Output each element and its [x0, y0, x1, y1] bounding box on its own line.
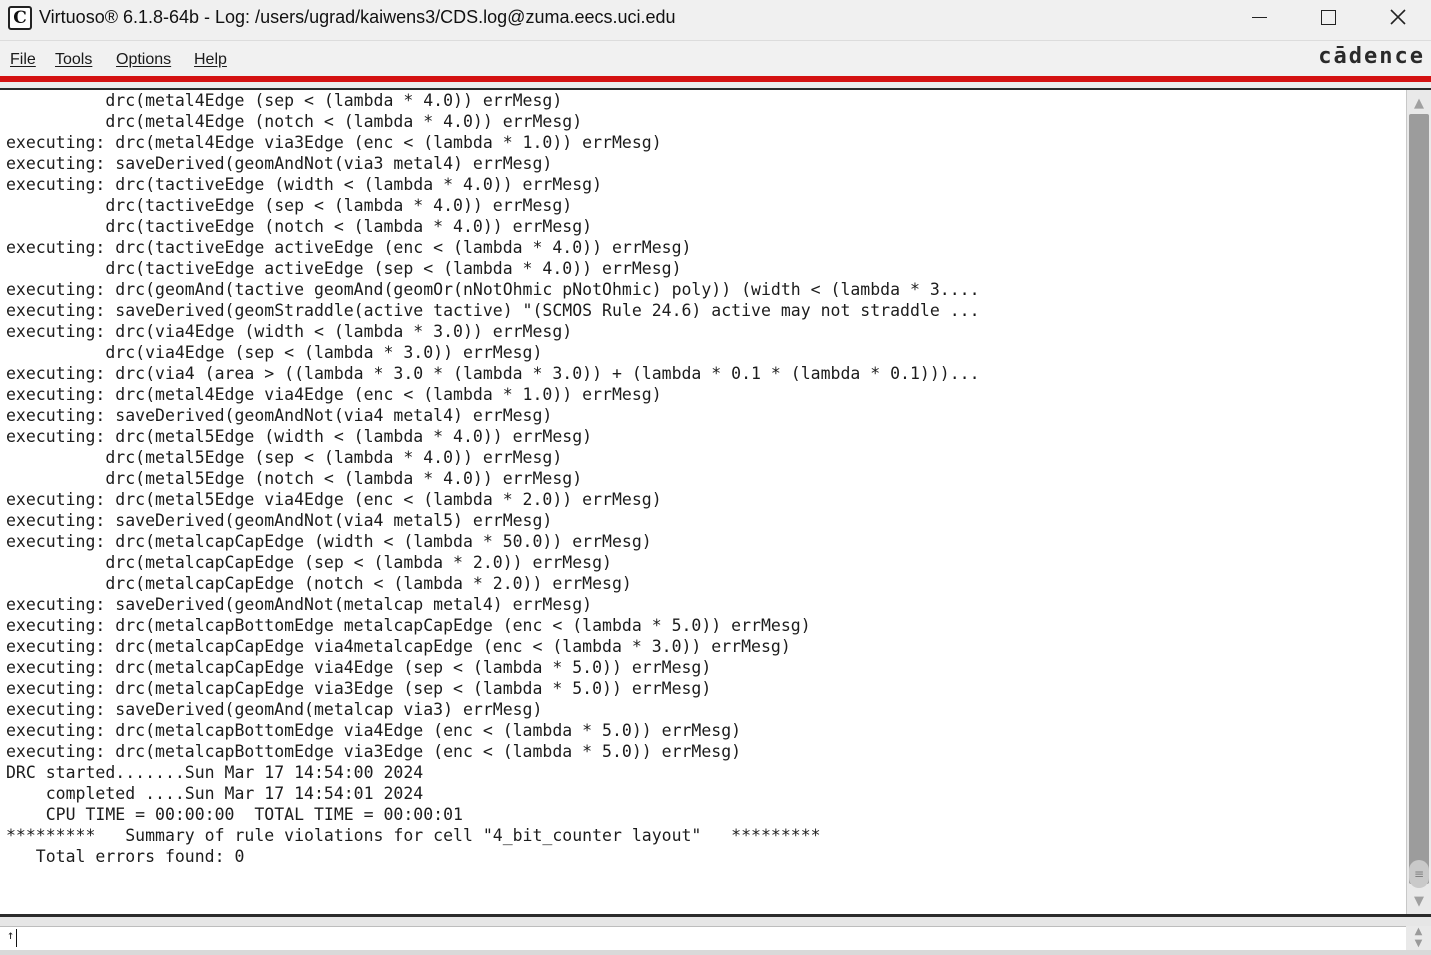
log-line: executing: drc(metal4Edge via3Edge (enc …: [6, 133, 662, 152]
log-line: CPU TIME = 00:00:00 TOTAL TIME = 00:00:0…: [6, 805, 463, 824]
cadence-logo: cādence: [1318, 44, 1425, 69]
log-line: executing: saveDerived(geomAndNot(via4 m…: [6, 406, 553, 425]
log-line: drc(tactiveEdge activeEdge (sep < (lambd…: [6, 259, 682, 278]
log-line: executing: drc(metal5Edge (width < (lamb…: [6, 427, 593, 446]
log-line: executing: drc(metal5Edge via4Edge (enc …: [6, 490, 662, 509]
log-line: drc(metal5Edge (sep < (lambda * 4.0)) er…: [6, 448, 563, 467]
close-icon: [1390, 9, 1406, 25]
log-line: executing: saveDerived(geomStraddle(acti…: [6, 301, 980, 320]
log-line: executing: drc(metalcapCapEdge via4Edge …: [6, 658, 712, 677]
log-line: executing: drc(via4 (area > ((lambda * 3…: [6, 364, 980, 383]
command-scroll-arrows-icon[interactable]: ▲ ▼: [1406, 926, 1431, 950]
log-line: executing: drc(metalcapBottomEdge via3Ed…: [6, 742, 742, 761]
log-line: drc(metal4Edge (notch < (lambda * 4.0)) …: [6, 112, 583, 131]
cadence-app-icon: C: [8, 6, 32, 30]
log-line: ********* Summary of rule violations for…: [6, 826, 821, 845]
log-line: DRC started.......Sun Mar 17 14:54:00 20…: [6, 763, 424, 782]
log-line: executing: drc(metal4Edge via4Edge (enc …: [6, 385, 662, 404]
log-line: executing: drc(geomAnd(tactive geomAnd(g…: [6, 280, 980, 299]
log-lines: drc(metal4Edge (sep < (lambda * 4.0)) er…: [6, 90, 980, 867]
command-line: ↑: [0, 926, 1406, 950]
menu-file[interactable]: File: [10, 51, 36, 69]
menu-bar: File Tools Options Help: [0, 40, 1431, 76]
log-line: drc(via4Edge (sep < (lambda * 3.0)) errM…: [6, 343, 543, 362]
scroll-thumb[interactable]: [1409, 114, 1429, 884]
log-scrollbar[interactable]: ▲ ≡ ▼: [1406, 90, 1431, 914]
menu-tools[interactable]: Tools: [55, 51, 92, 69]
scroll-up-arrow-icon[interactable]: ▲: [1407, 92, 1431, 114]
log-line: executing: drc(metalcapCapEdge via4metal…: [6, 637, 791, 656]
log-line: drc(tactiveEdge (sep < (lambda * 4.0)) e…: [6, 196, 573, 215]
log-line: completed ....Sun Mar 17 14:54:01 2024: [6, 784, 424, 803]
divider: [0, 917, 1431, 926]
log-line: executing: drc(via4Edge (width < (lambda…: [6, 322, 573, 341]
menu-help[interactable]: Help: [194, 51, 227, 69]
log-line: drc(metal4Edge (sep < (lambda * 4.0)) er…: [6, 91, 563, 110]
log-line: drc(metal5Edge (notch < (lambda * 4.0)) …: [6, 469, 583, 488]
log-line: executing: drc(metalcapCapEdge (width < …: [6, 532, 652, 551]
minimize-icon: [1251, 16, 1267, 18]
log-line: executing: saveDerived(geomAndNot(via3 m…: [6, 154, 553, 173]
log-line: Total errors found: 0: [6, 847, 245, 866]
command-input[interactable]: [16, 929, 1396, 947]
maximize-button[interactable]: [1293, 0, 1363, 34]
log-line: drc(metalcapCapEdge (notch < (lambda * 2…: [6, 574, 632, 593]
maximize-icon: [1320, 9, 1336, 25]
log-line: executing: drc(metalcapCapEdge via3Edge …: [6, 679, 712, 698]
log-line: drc(tactiveEdge (notch < (lambda * 4.0))…: [6, 217, 593, 236]
title-bar: C Virtuoso® 6.1.8-64b - Log: /users/ugra…: [0, 0, 1431, 40]
log-line: executing: drc(metalcapBottomEdge metalc…: [6, 616, 811, 635]
scroll-down-arrow-icon[interactable]: ▼: [1407, 890, 1431, 912]
log-line: executing: saveDerived(geomAndNot(via4 m…: [6, 511, 553, 530]
log-line: executing: drc(metalcapBottomEdge via4Ed…: [6, 721, 742, 740]
log-line: executing: saveDerived(geomAndNot(metalc…: [6, 595, 593, 614]
scroll-grip-icon[interactable]: ≡: [1409, 860, 1429, 888]
window-title: Virtuoso® 6.1.8-64b - Log: /users/ugrad/…: [39, 7, 676, 27]
command-prompt: ↑: [7, 928, 15, 942]
bottom-strip: [0, 950, 1431, 955]
log-output[interactable]: drc(metal4Edge (sep < (lambda * 4.0)) er…: [0, 90, 1406, 914]
log-line: executing: drc(tactiveEdge (width < (lam…: [6, 175, 603, 194]
close-button[interactable]: [1363, 0, 1431, 34]
log-line: executing: saveDerived(geomAnd(metalcap …: [6, 700, 543, 719]
log-line: executing: drc(tactiveEdge activeEdge (e…: [6, 238, 692, 257]
minimize-button[interactable]: [1224, 0, 1294, 34]
menu-options[interactable]: Options: [116, 51, 171, 69]
log-line: drc(metalcapCapEdge (sep < (lambda * 2.0…: [6, 553, 612, 572]
